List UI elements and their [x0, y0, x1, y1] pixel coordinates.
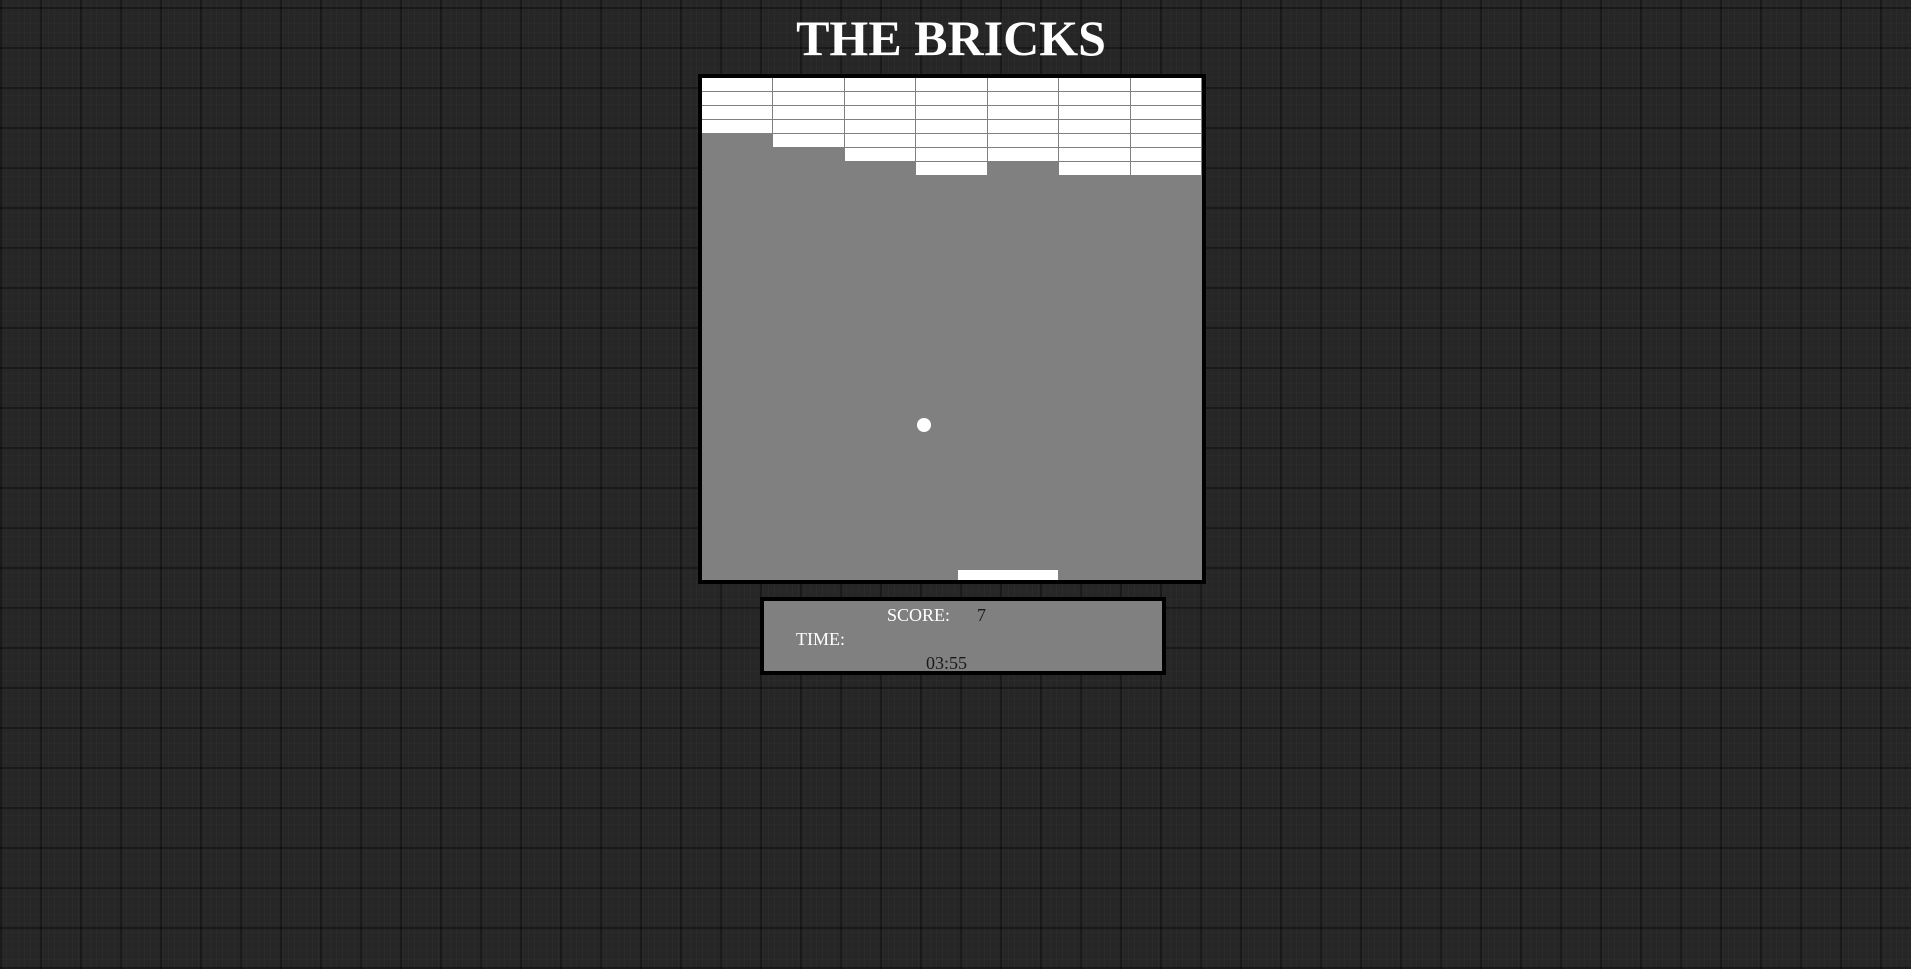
brick [844, 120, 917, 134]
brick [844, 92, 917, 106]
brick [773, 120, 845, 134]
brick [987, 120, 1060, 134]
brick [1059, 92, 1131, 106]
brick [844, 134, 917, 148]
brick [916, 162, 988, 176]
brick [702, 78, 774, 92]
brick [987, 92, 1060, 106]
brick [916, 120, 988, 134]
time-label: TIME: [796, 629, 845, 649]
score-value: 7 [977, 605, 986, 625]
score-label: SCORE: [887, 605, 951, 625]
brick [916, 148, 988, 162]
brick [844, 78, 917, 92]
brick [916, 106, 988, 120]
brick [1130, 106, 1202, 120]
brick [1130, 120, 1202, 134]
game-board[interactable] [698, 74, 1206, 584]
brick [1059, 120, 1131, 134]
brick [773, 134, 845, 148]
brick [1130, 92, 1202, 106]
paddle[interactable] [958, 570, 1058, 580]
brick [702, 92, 774, 106]
brick [1130, 148, 1202, 162]
brick [916, 78, 988, 92]
brick [773, 106, 845, 120]
brick [844, 106, 917, 120]
brick [987, 148, 1060, 162]
ball [917, 418, 931, 432]
game-title: THE BRICKS [796, 10, 1106, 66]
scoreboard: SCORE: 7 TIME: 03:55 [760, 597, 1166, 675]
brick [1059, 78, 1131, 92]
brick [916, 92, 988, 106]
brick [987, 106, 1060, 120]
brick [987, 134, 1060, 148]
brick [916, 134, 988, 148]
brick [1130, 162, 1202, 176]
brick [773, 78, 845, 92]
brick [1059, 106, 1131, 120]
brick [1130, 134, 1202, 148]
brick [773, 92, 845, 106]
brick [987, 78, 1060, 92]
time-value: 03:55 [926, 653, 968, 673]
brick [844, 148, 917, 162]
brick [1059, 134, 1131, 148]
brick [1130, 78, 1202, 92]
brick [1059, 148, 1131, 162]
brick [702, 120, 774, 134]
brick [1059, 162, 1131, 176]
brick [702, 106, 774, 120]
